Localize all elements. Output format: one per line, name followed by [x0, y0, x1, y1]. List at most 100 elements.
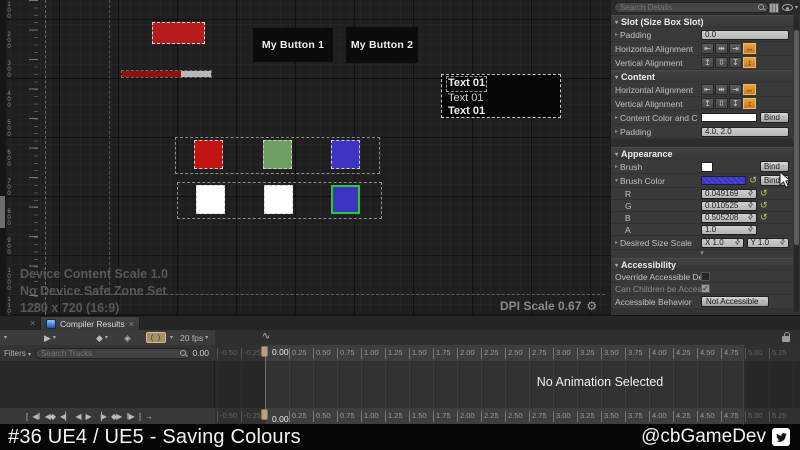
- children-accessible-checkbox[interactable]: ✓: [701, 284, 710, 293]
- padding-field[interactable]: 0.0: [701, 30, 789, 40]
- out-of-range-shade: [743, 361, 800, 408]
- selection-range-button[interactable]: ( ): [146, 332, 166, 343]
- widget-progress-bar[interactable]: [121, 70, 212, 78]
- display-filter-icon[interactable]: [769, 3, 779, 13]
- prev-key-icon[interactable]: ◀◆: [45, 412, 55, 421]
- filters-dropdown[interactable]: Filters ▾: [4, 349, 31, 358]
- b-value-field[interactable]: 0.505208⇅: [701, 213, 757, 223]
- to-front-icon[interactable]: [: [26, 412, 27, 421]
- reset-to-default-icon[interactable]: ↺: [749, 176, 757, 185]
- brush-color-swatch[interactable]: [701, 176, 746, 185]
- keyframe-options-icon[interactable]: ◈: [124, 333, 131, 343]
- current-time-value[interactable]: 0.00: [192, 348, 211, 358]
- play-reverse-icon[interactable]: ◀: [75, 412, 80, 421]
- expander-icon[interactable]: ▸: [615, 114, 618, 121]
- row-content-halign: Horizontal Alignment ⇤⇹⇥↔: [611, 83, 793, 97]
- designer-canvas[interactable]: 10020030040050060070080090010001100 My B…: [0, 0, 610, 315]
- close-icon[interactable]: ×: [30, 318, 35, 328]
- widget-square-green[interactable]: [263, 140, 292, 169]
- alignment-button[interactable]: ⇥: [729, 43, 742, 54]
- text-line-3[interactable]: Text 01: [446, 105, 556, 119]
- alignment-button[interactable]: ↧: [729, 98, 742, 109]
- expander-icon[interactable]: ▸: [615, 239, 618, 246]
- alignment-button[interactable]: ⇥: [729, 84, 742, 95]
- search-details-input[interactable]: [614, 2, 769, 13]
- reset-to-default-icon[interactable]: ↺: [760, 201, 768, 210]
- section-slot[interactable]: ▾ Slot (Size Box Slot): [611, 15, 793, 28]
- play-forward-end-icon[interactable]: ‖▶: [126, 412, 133, 421]
- details-scrollbar[interactable]: [794, 16, 799, 312]
- alignment-button[interactable]: ↧: [729, 57, 742, 68]
- view-options-button[interactable]: ▾: [782, 4, 798, 11]
- alignment-button[interactable]: ⇹: [715, 43, 728, 54]
- widget-square-blue-selected[interactable]: [331, 185, 360, 214]
- alignment-button[interactable]: ↕: [743, 98, 756, 109]
- alignment-button[interactable]: ↥: [701, 57, 714, 68]
- alignment-button[interactable]: ⇤: [701, 84, 714, 95]
- text-line-2[interactable]: Text 01: [446, 92, 556, 106]
- brush-swatch[interactable]: [701, 162, 713, 172]
- reset-to-default-icon[interactable]: ↺: [760, 189, 768, 198]
- widget-button-2[interactable]: My Button 2: [346, 27, 418, 63]
- advanced-expander[interactable]: ▾: [611, 250, 793, 258]
- playhead-line[interactable]: [265, 349, 266, 415]
- play-icon[interactable]: ▶: [85, 412, 90, 421]
- reset-to-default-icon[interactable]: ↺: [760, 213, 768, 222]
- alignment-button[interactable]: ⇳: [715, 57, 728, 68]
- override-accessible-checkbox[interactable]: [701, 272, 710, 281]
- expander-icon[interactable]: ▸: [615, 128, 618, 135]
- widget-square-blue[interactable]: [331, 140, 360, 169]
- alignment-button[interactable]: ⇤: [701, 43, 714, 54]
- widget-text-block[interactable]: Text 01 Text 01 Text 01: [441, 74, 561, 118]
- playhead-marker[interactable]: [261, 409, 268, 420]
- chevron-down-icon[interactable]: ▾: [170, 334, 173, 341]
- alignment-button[interactable]: ↕: [743, 57, 756, 68]
- alignment-button[interactable]: ⇳: [715, 98, 728, 109]
- to-end-icon[interactable]: ]: [139, 412, 140, 421]
- section-appearance[interactable]: ▾ Appearance: [611, 147, 793, 160]
- timeline-track-area[interactable]: No Animation Selected: [215, 361, 800, 408]
- search-tracks-input[interactable]: [35, 348, 190, 359]
- fps-dropdown[interactable]: 20 fps ▾: [180, 333, 208, 343]
- alignment-button[interactable]: ↔: [743, 84, 756, 95]
- accessible-behavior-dropdown[interactable]: Not Accessible ▾: [701, 296, 769, 307]
- widget-color-box[interactable]: [152, 22, 205, 44]
- bind-button[interactable]: Bind ▾: [760, 112, 789, 123]
- alignment-button[interactable]: ↔: [743, 43, 756, 54]
- lock-icon[interactable]: [782, 336, 790, 342]
- expander-icon[interactable]: ▸: [615, 163, 618, 170]
- add-keyframe-button[interactable]: ◆▾: [96, 333, 108, 343]
- a-value-field[interactable]: 1.0⇅: [701, 225, 757, 235]
- next-key-icon[interactable]: ◆▶: [111, 412, 121, 421]
- gear-icon[interactable]: ⚙: [586, 299, 597, 313]
- r-value-field[interactable]: 0.049169⇅: [701, 189, 757, 199]
- expander-icon[interactable]: ▾: [615, 177, 618, 184]
- desired-x-field[interactable]: X 1.0⇅: [701, 238, 744, 248]
- timeline-ruler-top[interactable]: -0.50-0.250.250.500.751.001.251.501.752.…: [215, 345, 800, 361]
- alignment-button[interactable]: ⇹: [715, 84, 728, 95]
- close-icon[interactable]: ×: [129, 319, 134, 329]
- curve-editor-icon[interactable]: ∿: [262, 331, 270, 342]
- widget-button-1[interactable]: My Button 1: [253, 28, 333, 62]
- alignment-button[interactable]: ↥: [701, 98, 714, 109]
- step-back-icon[interactable]: ◀▏: [60, 412, 70, 421]
- play-button[interactable]: ▶▾: [44, 333, 56, 343]
- content-padding-field[interactable]: 4.0, 2.0: [701, 127, 789, 137]
- tab-compiler-results[interactable]: Compiler Results ×: [40, 316, 140, 330]
- chevron-down-icon[interactable]: ▾: [4, 334, 7, 341]
- text-line-1[interactable]: Text 01: [446, 76, 487, 92]
- widget-square-white-1[interactable]: [196, 185, 225, 214]
- section-content[interactable]: ▾ Content: [611, 70, 793, 83]
- widget-square-white-2[interactable]: [264, 185, 293, 214]
- content-color-swatch[interactable]: [701, 113, 757, 122]
- timeline-ruler-bottom[interactable]: -0.50-0.250.250.500.751.001.251.501.752.…: [215, 408, 800, 425]
- g-value-field[interactable]: 0.010525⇅: [701, 201, 757, 211]
- playhead-marker[interactable]: [261, 346, 268, 357]
- expander-icon[interactable]: ▸: [615, 31, 618, 38]
- play-backward-end-icon[interactable]: ◀‖: [32, 412, 39, 421]
- desired-y-field[interactable]: Y 1.0⇅: [747, 238, 790, 248]
- widget-square-red[interactable]: [194, 140, 223, 169]
- step-forward-icon[interactable]: ▕▶: [96, 412, 106, 421]
- loop-icon[interactable]: →: [145, 412, 152, 421]
- section-accessibility[interactable]: ▾ Accessibility: [611, 258, 793, 271]
